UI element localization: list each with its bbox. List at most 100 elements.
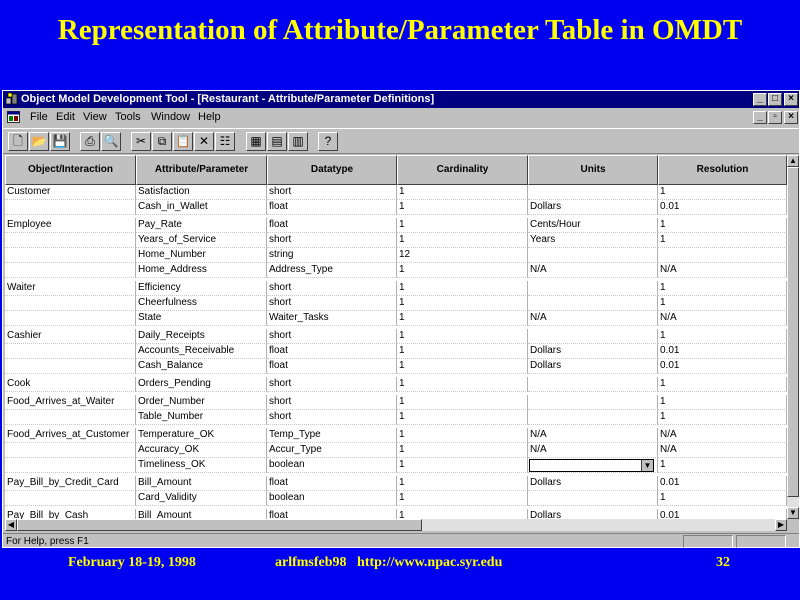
- vertical-scrollbar[interactable]: ▲ ▼: [787, 155, 799, 519]
- object-cell[interactable]: Cook: [5, 377, 136, 392]
- datatype-cell[interactable]: Temp_Type: [267, 428, 397, 443]
- table-row[interactable]: State Waiter_Tasks 1 N/A N/A: [5, 311, 787, 326]
- units-cell[interactable]: N/A: [528, 263, 658, 278]
- menu-tools[interactable]: Tools: [115, 109, 141, 126]
- table-row[interactable]: Cashier Daily_Receipts short 1 1: [5, 329, 787, 344]
- table-row[interactable]: Pay_Bill_by_Credit_Card Bill_Amount float 1…: [5, 476, 787, 491]
- doc-minimize-icon[interactable]: _: [753, 111, 767, 124]
- menu-file[interactable]: File: [30, 109, 48, 126]
- units-cell[interactable]: [528, 281, 658, 296]
- attribute-cell[interactable]: Temperature_OK: [136, 428, 267, 443]
- units-cell[interactable]: N/A: [528, 311, 658, 326]
- cardinality-cell[interactable]: 1: [397, 395, 528, 410]
- attribute-cell[interactable]: Card_Validity: [136, 491, 267, 506]
- units-cell[interactable]: Dollars: [528, 476, 658, 491]
- cardinality-cell[interactable]: 1: [397, 311, 528, 326]
- attribute-cell[interactable]: Accuracy_OK: [136, 443, 267, 458]
- resolution-cell[interactable]: 1: [658, 491, 787, 506]
- units-cell[interactable]: Dollars: [528, 344, 658, 359]
- units-cell[interactable]: [528, 377, 658, 392]
- horizontal-scrollbar[interactable]: ◀ ▶: [5, 519, 787, 531]
- units-cell[interactable]: Cents/Hour: [528, 218, 658, 233]
- cardinality-cell[interactable]: 1: [397, 329, 528, 344]
- units-cell[interactable]: ▼: [528, 458, 658, 473]
- attribute-cell[interactable]: Cash_in_Wallet: [136, 200, 267, 215]
- attribute-cell[interactable]: State: [136, 311, 267, 326]
- object-cell[interactable]: [5, 458, 136, 473]
- attribute-cell[interactable]: Accounts_Receivable: [136, 344, 267, 359]
- resolution-cell[interactable]: 1: [658, 185, 787, 200]
- object-cell[interactable]: [5, 311, 136, 326]
- cardinality-cell[interactable]: 1: [397, 458, 528, 473]
- new-icon[interactable]: 🗋: [8, 132, 28, 151]
- table-row[interactable]: Years_of_Service short 1 Years 1: [5, 233, 787, 248]
- object-cell[interactable]: Pay_Bill_by_Credit_Card: [5, 476, 136, 491]
- resolution-cell[interactable]: 0.01: [658, 359, 787, 374]
- resolution-cell[interactable]: [658, 248, 787, 263]
- attribute-cell[interactable]: Years_of_Service: [136, 233, 267, 248]
- resolution-cell[interactable]: N/A: [658, 263, 787, 278]
- resolution-cell[interactable]: 0.01: [658, 344, 787, 359]
- object-cell[interactable]: [5, 344, 136, 359]
- menu-edit[interactable]: Edit: [56, 109, 75, 126]
- close-icon[interactable]: ×: [784, 93, 798, 106]
- object-cell[interactable]: [5, 248, 136, 263]
- units-cell[interactable]: [528, 296, 658, 311]
- datatype-cell[interactable]: short: [267, 410, 397, 425]
- attribute-cell[interactable]: Cheerfulness: [136, 296, 267, 311]
- datatype-cell[interactable]: short: [267, 185, 397, 200]
- paste-icon[interactable]: 📋: [173, 132, 193, 151]
- menu-window[interactable]: Window: [151, 109, 190, 126]
- table-row[interactable]: Cook Orders_Pending short 1 1: [5, 377, 787, 392]
- attribute-cell[interactable]: Cash_Balance: [136, 359, 267, 374]
- datatype-cell[interactable]: float: [267, 200, 397, 215]
- object-cell[interactable]: [5, 443, 136, 458]
- datatype-cell[interactable]: string: [267, 248, 397, 263]
- attribute-cell[interactable]: Home_Number: [136, 248, 267, 263]
- table-row[interactable]: Card_Validity boolean 1 1: [5, 491, 787, 506]
- dropdown-arrow-icon[interactable]: ▼: [641, 460, 653, 471]
- table-row[interactable]: Table_Number short 1 1: [5, 410, 787, 425]
- column-header[interactable]: Cardinality: [397, 155, 528, 185]
- scroll-down-icon[interactable]: ▼: [787, 507, 799, 519]
- cut-icon[interactable]: ✂: [131, 132, 151, 151]
- cardinality-cell[interactable]: 1: [397, 377, 528, 392]
- cardinality-cell[interactable]: 1: [397, 233, 528, 248]
- import-icon[interactable]: ▤: [267, 132, 287, 151]
- datatype-cell[interactable]: short: [267, 281, 397, 296]
- units-cell[interactable]: Dollars: [528, 359, 658, 374]
- attribute-cell[interactable]: Timeliness_OK: [136, 458, 267, 473]
- cardinality-cell[interactable]: 1: [397, 428, 528, 443]
- attribute-cell[interactable]: Pay_Rate: [136, 218, 267, 233]
- menu-help[interactable]: Help: [198, 109, 221, 126]
- datatype-cell[interactable]: short: [267, 395, 397, 410]
- resolution-cell[interactable]: 1: [658, 281, 787, 296]
- object-cell[interactable]: Cashier: [5, 329, 136, 344]
- table-row[interactable]: Home_Address Address_Type 1 N/A N/A: [5, 263, 787, 278]
- cardinality-cell[interactable]: 1: [397, 218, 528, 233]
- attribute-cell[interactable]: Satisfaction: [136, 185, 267, 200]
- datatype-cell[interactable]: short: [267, 329, 397, 344]
- datatype-cell[interactable]: float: [267, 344, 397, 359]
- resolution-cell[interactable]: N/A: [658, 311, 787, 326]
- resolution-cell[interactable]: 1: [658, 458, 787, 473]
- table-icon[interactable]: ▦: [246, 132, 266, 151]
- cardinality-cell[interactable]: 1: [397, 359, 528, 374]
- table-row[interactable]: Timeliness_OK boolean 1 ▼ 1: [5, 458, 787, 473]
- table-row[interactable]: Waiter Efficiency short 1 1: [5, 281, 787, 296]
- object-cell[interactable]: [5, 263, 136, 278]
- table-row[interactable]: Pay_Bill_by_Cash Bill_Amount float 1 Dollars…: [5, 509, 787, 519]
- datatype-cell[interactable]: short: [267, 233, 397, 248]
- column-header[interactable]: Object/Interaction: [5, 155, 136, 185]
- object-cell[interactable]: Employee: [5, 218, 136, 233]
- open-icon[interactable]: 📂: [29, 132, 49, 151]
- units-cell[interactable]: N/A: [528, 428, 658, 443]
- units-cell[interactable]: [528, 329, 658, 344]
- resolution-cell[interactable]: 1: [658, 218, 787, 233]
- attribute-cell[interactable]: Order_Number: [136, 395, 267, 410]
- cardinality-cell[interactable]: 1: [397, 185, 528, 200]
- cardinality-cell[interactable]: 1: [397, 509, 528, 519]
- datatype-cell[interactable]: float: [267, 476, 397, 491]
- units-cell[interactable]: [528, 410, 658, 425]
- cardinality-cell[interactable]: 1: [397, 344, 528, 359]
